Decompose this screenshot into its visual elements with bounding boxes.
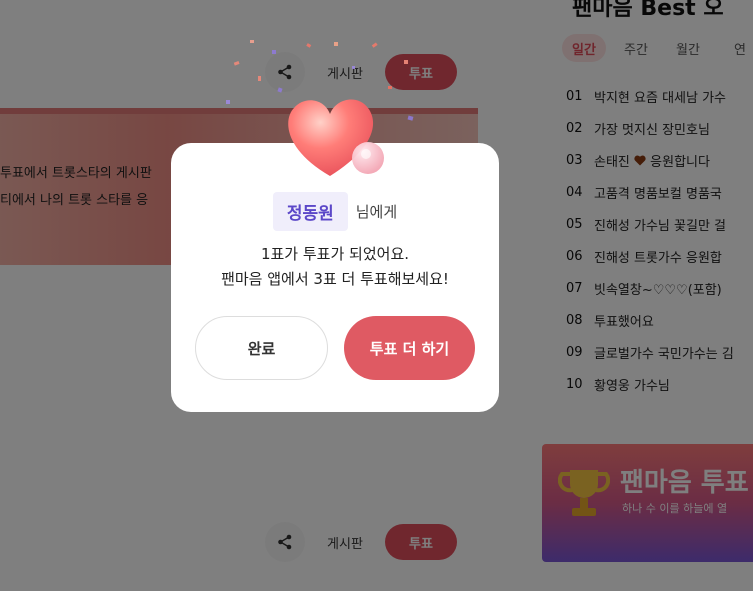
done-button[interactable]: 완료	[195, 316, 328, 380]
recipient-suffix: 님에게	[355, 203, 398, 221]
heart-confetti-illustration	[226, 40, 414, 176]
recipient-name: 정동원	[272, 192, 348, 231]
recipient-row: 정동원 님에게	[171, 192, 499, 231]
dialog-buttons: 완료 투표 더 하기	[195, 316, 475, 380]
vote-message: 1표가 투표가 되었어요. 팬마음 앱에서 3표 더 투표해보세요!	[171, 242, 499, 292]
message-line-1: 1표가 투표가 되었어요.	[260, 245, 410, 263]
vote-more-button[interactable]: 투표 더 하기	[344, 316, 475, 380]
message-line-2: 팬마음 앱에서 3표 더 투표해보세요!	[221, 270, 449, 288]
